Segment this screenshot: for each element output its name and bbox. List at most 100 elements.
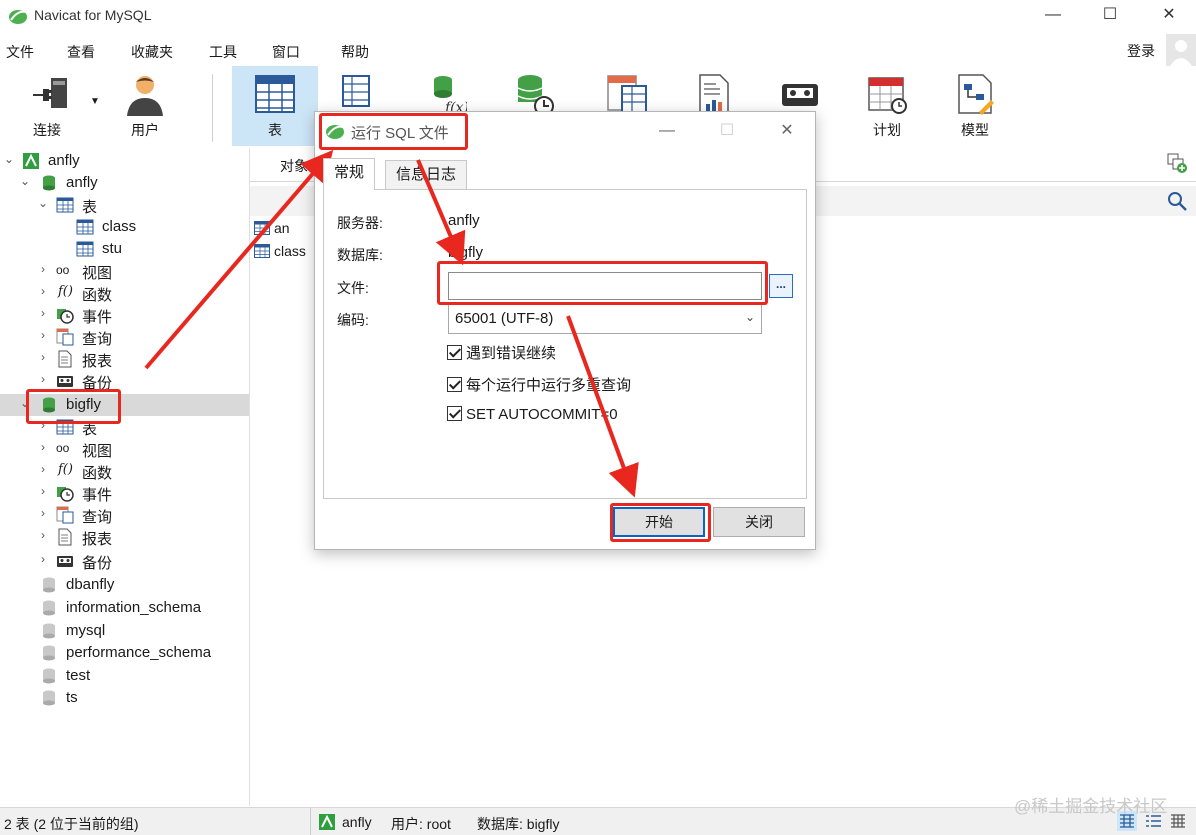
- chevron-right-icon[interactable]: ›: [36, 506, 50, 520]
- chevron-right-icon[interactable]: ›: [36, 328, 50, 342]
- database-inactive-icon: [43, 623, 55, 639]
- tree-node-db-test[interactable]: test: [0, 665, 249, 687]
- tree-node-functions[interactable]: › f() 函数: [0, 282, 249, 304]
- tree-node-events[interactable]: › 事件: [0, 304, 249, 326]
- tree-node-reports[interactable]: › 报表: [0, 526, 249, 548]
- close-dialog-button[interactable]: 关闭: [713, 507, 805, 537]
- encoding-select[interactable]: 65001 (UTF-8) ⌄: [448, 304, 762, 334]
- dialog-close-icon[interactable]: ✕: [767, 118, 807, 144]
- function-icon: f(): [58, 284, 73, 299]
- tree-label: 事件: [82, 487, 113, 504]
- tree-node-backups[interactable]: › 备份: [0, 550, 249, 572]
- chevron-right-icon[interactable]: ›: [36, 284, 50, 298]
- query-icon: [56, 506, 74, 524]
- menu-file[interactable]: 文件: [6, 42, 34, 62]
- tree-label: mysql: [66, 622, 106, 639]
- connection-tree: ⌄ anfly ⌄ anfly ⌄ 表 class stu › oo 视图 ›: [0, 148, 249, 806]
- chevron-right-icon[interactable]: ›: [36, 372, 50, 386]
- tree-label: 事件: [82, 309, 113, 326]
- tree-node-db-ts[interactable]: ts: [0, 687, 249, 709]
- chevron-right-icon[interactable]: ›: [36, 262, 50, 276]
- chevron-right-icon[interactable]: ›: [36, 528, 50, 542]
- chevron-down-icon[interactable]: ⌄: [18, 174, 32, 188]
- model-button[interactable]: 模型: [940, 66, 1010, 146]
- connect-button[interactable]: 连接: [14, 66, 88, 146]
- backup-tape-icon: [782, 84, 818, 106]
- mysql-connection-icon: [23, 153, 39, 169]
- status-user: 用户: root: [391, 816, 451, 832]
- toolbar-separator: [212, 74, 213, 142]
- tree-node-views[interactable]: › oo 视图: [0, 438, 249, 460]
- close-button[interactable]: ✕: [1146, 2, 1192, 30]
- tree-label: 查询: [82, 509, 113, 526]
- tree-node-tables[interactable]: ⌄ 表: [0, 194, 249, 216]
- tab-message-log[interactable]: 信息日志: [385, 160, 468, 190]
- chevron-right-icon[interactable]: ›: [36, 350, 50, 364]
- menu-favorites[interactable]: 收藏夹: [131, 42, 173, 62]
- chevron-right-icon[interactable]: ›: [36, 484, 50, 498]
- continue-on-error-checkbox[interactable]: 遇到错误继续: [447, 342, 556, 363]
- tree-node-db-dbanfly[interactable]: dbanfly: [0, 574, 249, 596]
- tree-node-connection-anfly[interactable]: ⌄ anfly: [0, 150, 249, 172]
- tree-node-db-mysql[interactable]: mysql: [0, 620, 249, 642]
- menu-tools[interactable]: 工具: [209, 42, 237, 62]
- menu-window[interactable]: 窗口: [272, 42, 300, 62]
- table-label: 表: [268, 122, 282, 138]
- tree-node-queries[interactable]: › 查询: [0, 504, 249, 526]
- table-folder-icon: [56, 197, 74, 213]
- tree-node-events[interactable]: › 事件: [0, 482, 249, 504]
- tree-node-reports[interactable]: › 报表: [0, 348, 249, 370]
- search-icon[interactable]: [1166, 190, 1188, 212]
- browse-file-button[interactable]: ...: [769, 274, 793, 298]
- object-list-item[interactable]: class: [254, 243, 306, 259]
- tab-general[interactable]: 常规: [323, 158, 376, 190]
- table-icon: [254, 244, 270, 258]
- account-avatar[interactable]: [1166, 34, 1196, 66]
- dialog-minimize-button[interactable]: —: [647, 118, 687, 144]
- user-button[interactable]: 用户: [110, 66, 180, 146]
- login-link[interactable]: 登录: [1127, 41, 1155, 61]
- table-button[interactable]: 表: [232, 66, 318, 146]
- status-divider: [310, 808, 311, 835]
- autocommit-checkbox[interactable]: SET AUTOCOMMIT=0: [447, 406, 618, 423]
- multiple-queries-checkbox[interactable]: 每个运行中运行多重查询: [447, 374, 631, 395]
- tree-node-queries[interactable]: › 查询: [0, 326, 249, 348]
- minimize-button[interactable]: —: [1030, 2, 1076, 30]
- annotation-box-bigfly: [26, 389, 121, 424]
- glasses-view-icon: oo: [56, 263, 70, 277]
- table-icon: [254, 221, 270, 235]
- menu-help[interactable]: 帮助: [341, 42, 369, 62]
- query-icon: [56, 328, 74, 346]
- dialog-maximize-button: ☐: [719, 122, 735, 139]
- tree-node-views[interactable]: › oo 视图: [0, 260, 249, 282]
- tree-node-functions[interactable]: › f() 函数: [0, 460, 249, 482]
- chevron-right-icon[interactable]: ›: [36, 552, 50, 566]
- menu-view[interactable]: 查看: [67, 42, 95, 62]
- tree-node-db-anfly[interactable]: ⌄ anfly: [0, 172, 249, 194]
- schedule-button[interactable]: 计划: [852, 66, 922, 146]
- report-icon: [58, 350, 72, 368]
- object-list-item[interactable]: an: [254, 220, 290, 236]
- tree-node-db-information-schema[interactable]: information_schema: [0, 597, 249, 619]
- chevron-down-icon[interactable]: ⌄: [2, 152, 16, 166]
- tab-objects[interactable]: 对象: [280, 156, 308, 176]
- tree-label: information_schema: [66, 599, 202, 616]
- chevron-right-icon[interactable]: ›: [36, 306, 50, 320]
- chevron-right-icon[interactable]: ›: [36, 440, 50, 454]
- tree-label: 表: [82, 199, 98, 216]
- chevron-down-icon[interactable]: ⌄: [36, 196, 50, 210]
- tree-label: 备份: [82, 555, 113, 572]
- maximize-button[interactable]: ☐: [1087, 2, 1133, 30]
- tree-node-db-performance-schema[interactable]: performance_schema: [0, 642, 249, 664]
- new-object-icon[interactable]: [1166, 152, 1188, 174]
- tree-splitter[interactable]: [249, 148, 250, 806]
- event-clock-icon: [57, 309, 74, 324]
- database-inactive-icon: [43, 577, 55, 593]
- connect-dropdown-icon[interactable]: ▼: [90, 96, 100, 107]
- chevron-right-icon[interactable]: ›: [36, 462, 50, 476]
- tree-node-table-class[interactable]: class: [0, 216, 249, 238]
- function-icon: f(x): [434, 76, 467, 116]
- tree-label: 函数: [82, 287, 113, 304]
- tree-node-table-stu[interactable]: stu: [0, 238, 249, 260]
- detail-view-icon[interactable]: [1168, 811, 1188, 831]
